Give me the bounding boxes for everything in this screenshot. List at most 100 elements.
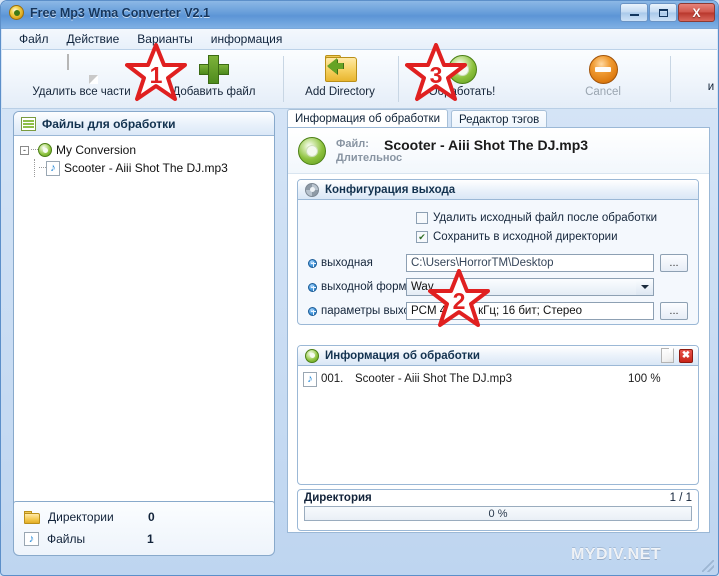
menu-item-information[interactable]: информация bbox=[202, 31, 292, 47]
app-window: Free Mp3 Wma Converter V2.1 X Файл Дейст… bbox=[0, 0, 719, 576]
tab-tag-editor[interactable]: Редактор тэгов bbox=[451, 110, 548, 128]
checkbox-row-save-in-source-dir[interactable]: Сохранить в исходной директории bbox=[416, 229, 688, 245]
counts-label-directories: Директории bbox=[48, 510, 114, 524]
current-file-name: Scooter - Aiii Shot The DJ.mp3 bbox=[384, 137, 589, 153]
menu-bar: Файл Действие Варианты информация bbox=[2, 29, 717, 50]
output-directory-input[interactable]: C:\Users\HorrorTM\Desktop bbox=[406, 254, 654, 272]
checkbox-row-delete-source[interactable]: Удалить исходный файл после обработки bbox=[416, 210, 688, 226]
toolbar-button-cancel: Cancel bbox=[558, 53, 648, 105]
convert-icon bbox=[447, 55, 477, 84]
tree-connector bbox=[39, 167, 46, 169]
blue-plus-icon bbox=[308, 258, 317, 268]
output-directory-field-label: выходная bbox=[308, 257, 406, 269]
title-left-group: Free Mp3 Wma Converter V2.1 bbox=[9, 5, 210, 20]
watermark: MYDIV.NET bbox=[571, 546, 662, 563]
close-button[interactable]: X bbox=[678, 3, 715, 22]
chevron-down-icon[interactable] bbox=[636, 279, 653, 295]
processing-info-header: Информация об обработки ✖ bbox=[298, 346, 698, 366]
tree-root-label: My Conversion bbox=[56, 143, 137, 157]
counts-label-files: Файлы bbox=[47, 532, 86, 546]
window-controls: X bbox=[620, 3, 715, 22]
music-note-icon: ♪ bbox=[46, 160, 60, 176]
save-in-source-dir-label: Сохранить в исходной директории bbox=[433, 231, 618, 243]
plus-icon bbox=[199, 55, 229, 84]
progress-group: Директория 1 / 1 0 % bbox=[297, 489, 699, 531]
counts-row-files: ♪ Файлы 1 bbox=[24, 528, 274, 550]
output-parameters-input[interactable]: PCM 44,100 кГц; 16 бит; Стерео bbox=[406, 302, 654, 320]
blue-plus-icon bbox=[308, 282, 317, 292]
window-title: Free Mp3 Wma Converter V2.1 bbox=[30, 5, 210, 20]
output-parameters-row: параметры выхода PCM 44,100 кГц; 16 бит;… bbox=[308, 301, 688, 321]
tab-processing-info[interactable]: Информация об обработки bbox=[287, 109, 449, 128]
tree-connector bbox=[34, 159, 36, 177]
tree-expander-icon[interactable]: - bbox=[20, 145, 29, 155]
tree-root-item[interactable]: - My Conversion bbox=[20, 141, 274, 159]
output-format-field-label: выходной формат bbox=[308, 281, 418, 293]
folder-add-icon bbox=[325, 55, 357, 83]
toolbar-button-truncated[interactable]: и bbox=[702, 53, 719, 105]
toolbar-separator-2 bbox=[398, 56, 399, 102]
maximize-button[interactable] bbox=[649, 3, 677, 22]
counts-value-files: 1 bbox=[147, 532, 154, 546]
page-icon bbox=[66, 54, 97, 83]
tree-child-label: Scooter - Aiii Shot The DJ.mp3 bbox=[64, 161, 228, 175]
resize-grip[interactable] bbox=[702, 560, 714, 572]
output-parameters-browse-button[interactable]: ... bbox=[660, 302, 688, 320]
convert-icon bbox=[298, 136, 326, 165]
processing-item-name: Scooter - Aiii Shot The DJ.mp3 bbox=[355, 373, 513, 385]
toolbar-button-convert[interactable]: Обработать! bbox=[407, 53, 517, 105]
output-directory-row: выходная C:\Users\HorrorTM\Desktop ... bbox=[308, 253, 688, 273]
processing-item-percent: 100 % bbox=[628, 373, 661, 385]
output-format-row: выходной формат Wav bbox=[308, 277, 688, 297]
output-configuration-title: Конфигурация выхода bbox=[325, 183, 456, 196]
output-format-select[interactable]: Wav bbox=[406, 278, 654, 296]
current-file-header: Файл: Длительнос Scooter - Aiii Shot The… bbox=[288, 128, 709, 174]
menu-item-action[interactable]: Действие bbox=[58, 31, 129, 47]
progress-bar: 0 % bbox=[304, 506, 692, 521]
output-configuration-header: Конфигурация выхода bbox=[298, 180, 698, 200]
new-page-icon[interactable] bbox=[661, 348, 674, 363]
toolbar-button-add-file[interactable]: Добавить файл bbox=[154, 53, 274, 105]
output-format-label-text: выходной формат bbox=[321, 281, 418, 293]
minimize-button[interactable] bbox=[620, 3, 648, 22]
toolbar-separator-1 bbox=[283, 56, 284, 102]
toolbar-label-remove-all: Удалить все части bbox=[32, 86, 131, 98]
output-parameters-field-label: параметры выхода bbox=[308, 305, 423, 317]
files-to-process-panel: Файлы для обработки - My Conversion ♪ Sc… bbox=[13, 111, 275, 519]
folder-icon bbox=[24, 510, 40, 524]
output-format-value: Wav bbox=[411, 281, 434, 293]
toolbar: Удалить все части Добавить файл Add Dire… bbox=[2, 50, 717, 109]
menu-item-options[interactable]: Варианты bbox=[128, 31, 201, 47]
processing-info-group: Информация об обработки ✖ ♪ 001. Scooter… bbox=[297, 345, 699, 485]
tree-child-item[interactable]: ♪ Scooter - Aiii Shot The DJ.mp3 bbox=[34, 159, 274, 177]
output-directory-label-text: выходная bbox=[321, 257, 373, 269]
toolbar-label-add-file: Добавить файл bbox=[172, 86, 256, 98]
convert-icon bbox=[38, 143, 52, 157]
progress-header: Директория 1 / 1 bbox=[298, 490, 698, 504]
file-tree: - My Conversion ♪ Scooter - Aiii Shot Th… bbox=[14, 136, 274, 177]
title-bar: Free Mp3 Wma Converter V2.1 X bbox=[1, 1, 718, 29]
tree-connector bbox=[31, 149, 38, 151]
output-directory-browse-button[interactable]: ... bbox=[660, 254, 688, 272]
close-icon[interactable]: ✖ bbox=[679, 348, 693, 363]
save-in-source-dir-checkbox[interactable] bbox=[416, 231, 428, 243]
convert-icon bbox=[305, 348, 319, 363]
processing-list-item[interactable]: ♪ 001. Scooter - Aiii Shot The DJ.mp3 10… bbox=[298, 370, 698, 388]
toolbar-label-add-directory: Add Directory bbox=[305, 86, 375, 98]
processing-info-title: Информация об обработки bbox=[325, 349, 480, 362]
toolbar-button-add-directory[interactable]: Add Directory bbox=[291, 53, 389, 105]
processing-item-index: 001. bbox=[321, 373, 344, 385]
toolbar-label-cancel: Cancel bbox=[585, 86, 621, 98]
menu-item-file[interactable]: Файл bbox=[10, 31, 58, 47]
delete-source-label: Удалить исходный файл после обработки bbox=[433, 212, 658, 224]
output-configuration-group: Конфигурация выхода Удалить исходный фай… bbox=[297, 179, 699, 325]
delete-source-checkbox[interactable] bbox=[416, 212, 428, 224]
progress-counter: 1 / 1 bbox=[669, 492, 692, 504]
tab-bar: Информация об обработки Редактор тэгов bbox=[287, 109, 548, 128]
toolbar-button-remove-all[interactable]: Удалить все части bbox=[14, 53, 149, 105]
toolbar-label-convert: Обработать! bbox=[428, 86, 496, 98]
blue-plus-icon bbox=[308, 306, 317, 316]
toolbar-separator-3 bbox=[670, 56, 671, 102]
counts-value-directories: 0 bbox=[148, 510, 155, 524]
music-note-icon: ♪ bbox=[24, 532, 39, 546]
